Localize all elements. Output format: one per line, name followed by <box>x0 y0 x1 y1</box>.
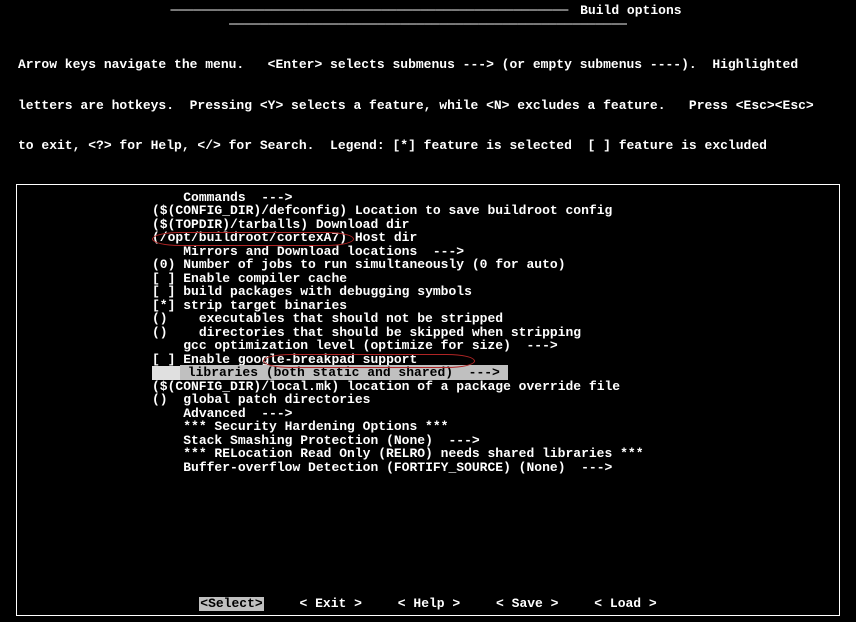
menu-item[interactable]: Mirrors and Download locations ---> <box>152 245 839 259</box>
menu-item[interactable]: *** RELocation Read Only (RELRO) needs s… <box>152 447 839 461</box>
load-button[interactable]: < Load > <box>594 597 656 611</box>
menu-item[interactable]: [ ] Enable google-breakpad support <box>152 353 839 367</box>
menu-item[interactable]: (0) Number of jobs to run simultaneously… <box>152 258 839 272</box>
help-button[interactable]: < Help > <box>398 597 460 611</box>
menu-panel: Commands --->($(CONFIG_DIR)/defconfig) L… <box>16 184 840 616</box>
menu-item[interactable]: (/opt/buildroot/cortexA7) Host dir <box>152 231 839 245</box>
menu-item[interactable]: ($(CONFIG_DIR)/defconfig) Location to sa… <box>152 204 839 218</box>
menu-item[interactable]: () directories that should be skipped wh… <box>152 326 839 340</box>
menu-item[interactable]: Buffer-overflow Detection (FORTIFY_SOURC… <box>152 461 839 475</box>
button-bar: <Select> < Exit > < Help > < Save > < Lo… <box>17 597 839 611</box>
menu-item[interactable]: [*] strip target binaries <box>152 299 839 313</box>
save-button[interactable]: < Save > <box>496 597 558 611</box>
help-text: Arrow keys navigate the menu. <Enter> se… <box>8 31 848 180</box>
menu-item-selected[interactable]: libraries (both static and shared) ---> <box>152 366 839 380</box>
select-button[interactable]: <Select> <box>199 597 263 611</box>
menu-item[interactable]: Commands ---> <box>152 191 839 205</box>
menu-item[interactable]: ($(CONFIG_DIR)/local.mk) location of a p… <box>152 380 839 394</box>
window-title: ────────────────────────────────────────… <box>8 4 848 31</box>
menu-item[interactable]: *** Security Hardening Options *** <box>152 420 839 434</box>
menu-item[interactable]: Advanced ---> <box>152 407 839 421</box>
menu-item[interactable]: () executables that should not be stripp… <box>152 312 839 326</box>
menu-item[interactable]: gcc optimization level (optimize for siz… <box>152 339 839 353</box>
menu-item[interactable]: [ ] Enable compiler cache <box>152 272 839 286</box>
menu-item[interactable]: ($(TOPDIR)/tarballs) Download dir <box>152 218 839 232</box>
menu-item[interactable]: () global patch directories <box>152 393 839 407</box>
menu-item[interactable]: [ ] build packages with debugging symbol… <box>152 285 839 299</box>
menu-item[interactable]: Stack Smashing Protection (None) ---> <box>152 434 839 448</box>
exit-button[interactable]: < Exit > <box>300 597 362 611</box>
